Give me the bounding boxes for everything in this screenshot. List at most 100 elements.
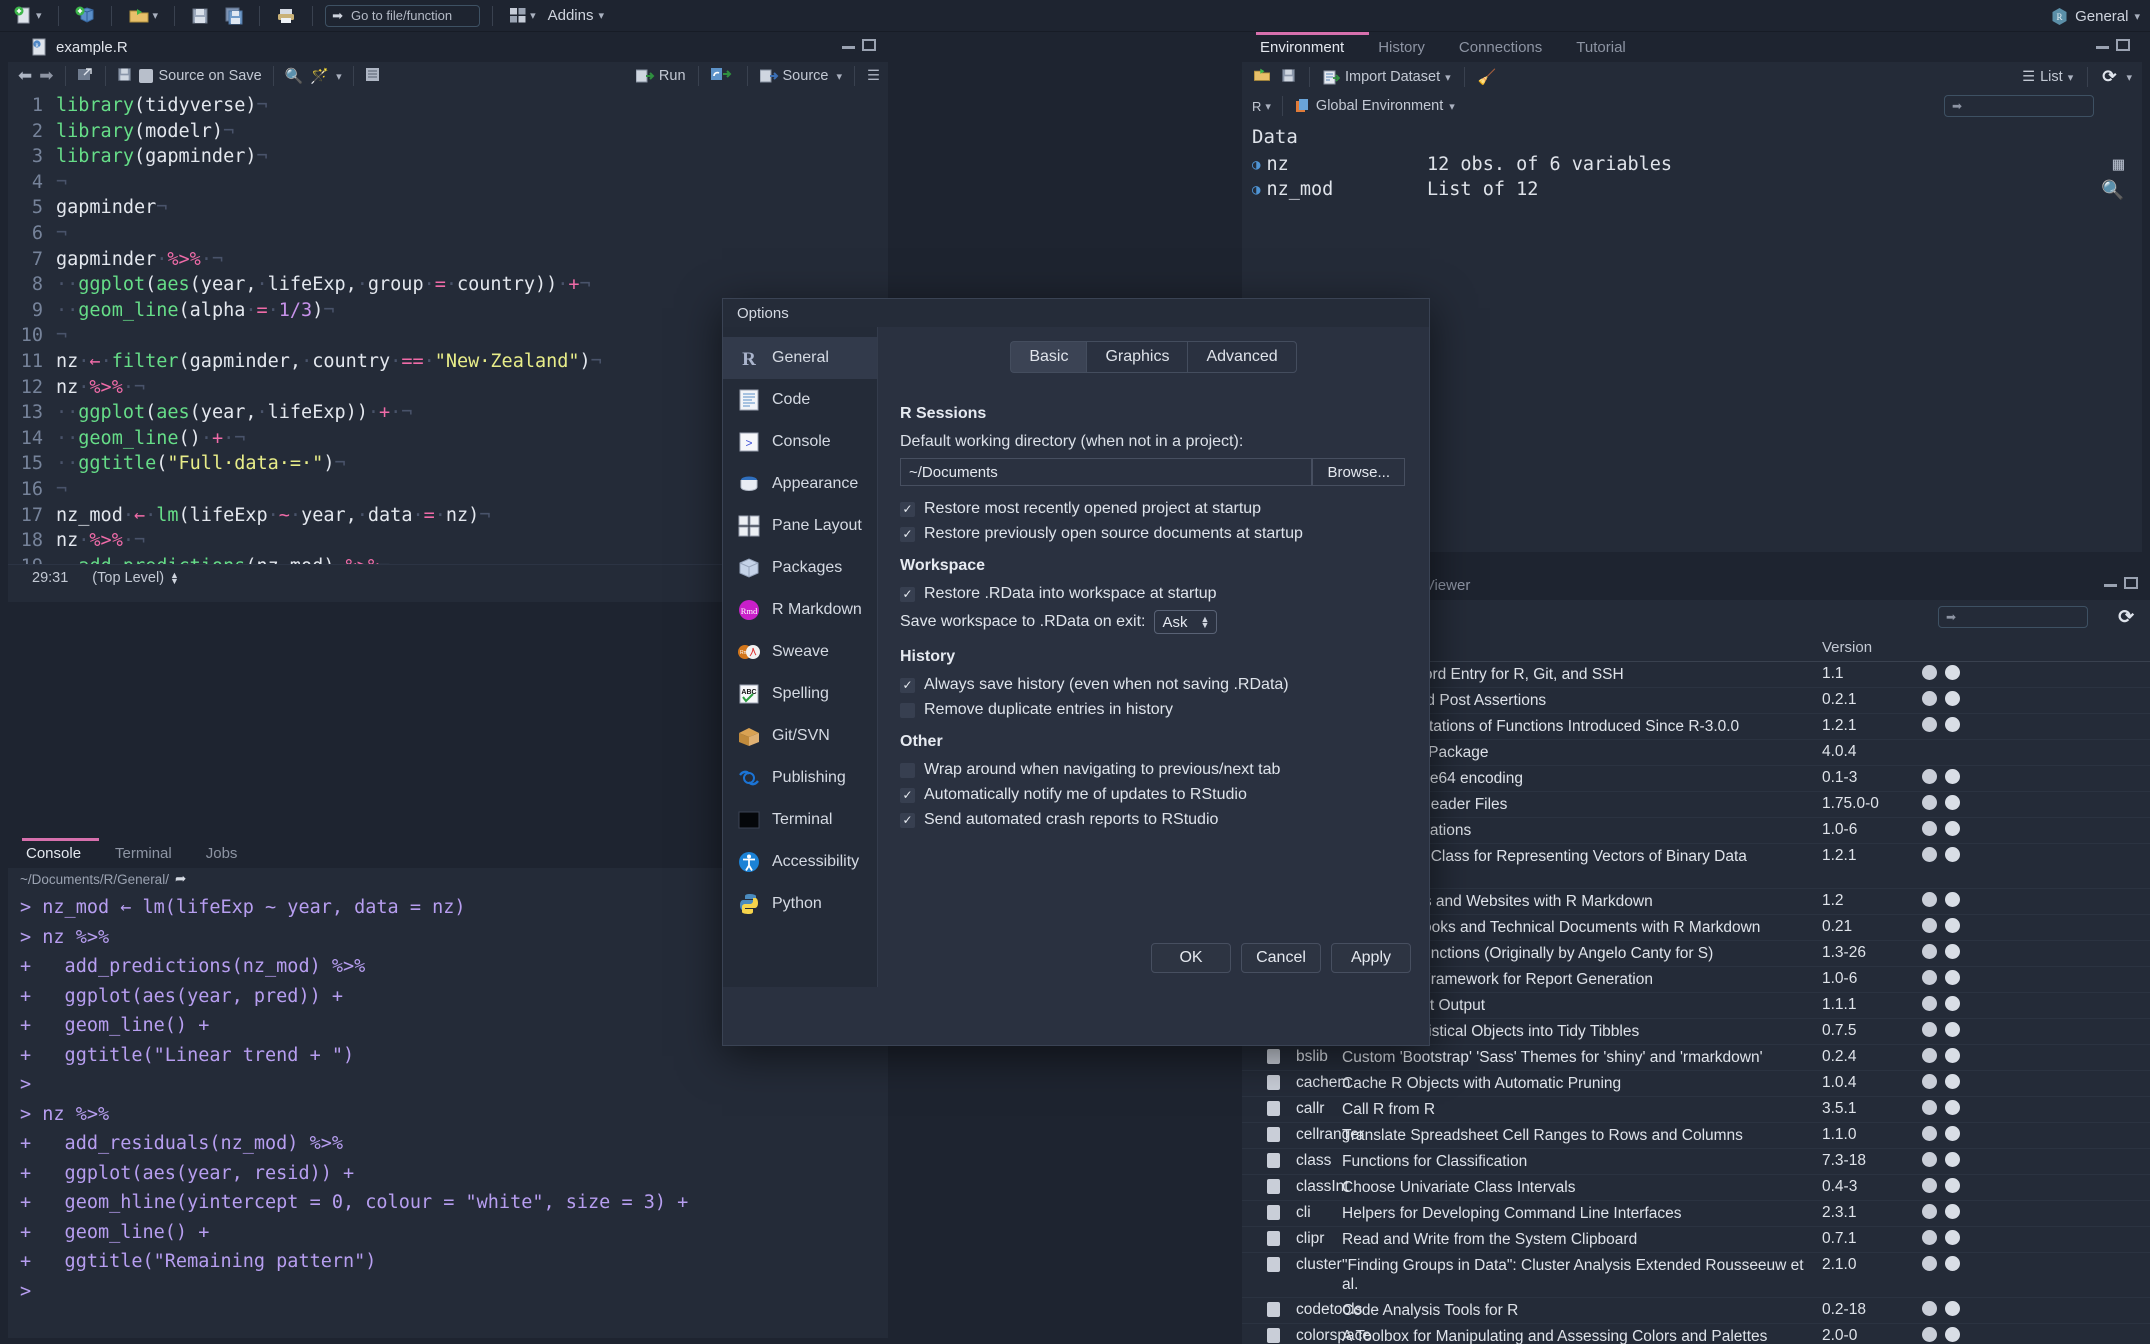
- dialog-sidebar-item-publishing[interactable]: Publishing: [723, 757, 877, 799]
- scope-selector[interactable]: (Top Level) ▲▼: [92, 570, 179, 586]
- package-remove-icon[interactable]: [1945, 970, 1960, 985]
- package-checkbox[interactable]: [1267, 1153, 1280, 1168]
- package-homepage-icon[interactable]: [1922, 1204, 1937, 1219]
- package-remove-icon[interactable]: [1945, 1256, 1960, 1271]
- browse-button[interactable]: Browse...: [1312, 458, 1405, 486]
- package-homepage-icon[interactable]: [1922, 665, 1937, 680]
- goto-file-function-input[interactable]: ➡ Go to file/function: [325, 5, 480, 27]
- search-icon[interactable]: 🔍: [285, 67, 304, 85]
- code-line[interactable]: 4¬: [8, 170, 888, 196]
- package-remove-icon[interactable]: [1945, 717, 1960, 732]
- option-checkbox-row[interactable]: Wrap around when navigating to previous/…: [900, 761, 1405, 779]
- checkbox[interactable]: ✓: [900, 813, 915, 828]
- package-homepage-icon[interactable]: [1922, 1178, 1937, 1193]
- tab-environment[interactable]: Environment: [1256, 34, 1360, 62]
- package-remove-icon[interactable]: [1945, 944, 1960, 959]
- tab-connections[interactable]: Connections: [1455, 34, 1558, 62]
- code-line[interactable]: 7gapminder·%>%·¬: [8, 247, 888, 273]
- package-remove-icon[interactable]: [1945, 691, 1960, 706]
- package-checkbox[interactable]: [1267, 1049, 1280, 1064]
- table-row[interactable]: cachemCache R Objects with Automatic Pru…: [1242, 1071, 2150, 1097]
- package-remove-icon[interactable]: [1945, 1230, 1960, 1245]
- package-homepage-icon[interactable]: [1922, 1022, 1937, 1037]
- code-line[interactable]: 8··ggplot(aes(year,·lifeExp,·group·=·cou…: [8, 272, 888, 298]
- package-homepage-icon[interactable]: [1922, 1152, 1937, 1167]
- package-homepage-icon[interactable]: [1922, 1074, 1937, 1089]
- import-dataset-button[interactable]: Import Dataset ▾: [1323, 69, 1451, 85]
- language-selector[interactable]: R ▾: [1252, 99, 1271, 114]
- print-icon[interactable]: [272, 5, 300, 27]
- table-row[interactable]: cliprRead and Write from the System Clip…: [1242, 1227, 2150, 1253]
- compile-report-icon[interactable]: [365, 67, 380, 85]
- package-checkbox[interactable]: [1267, 1179, 1280, 1194]
- package-checkbox[interactable]: [1267, 1075, 1280, 1090]
- dialog-sidebar-item-r-markdown[interactable]: RmdR Markdown: [723, 589, 877, 631]
- package-remove-icon[interactable]: [1945, 847, 1960, 862]
- tab-terminal[interactable]: Terminal: [111, 840, 188, 868]
- table-row[interactable]: cluster"Finding Groups in Data": Cluster…: [1242, 1253, 2150, 1298]
- package-remove-icon[interactable]: [1945, 665, 1960, 680]
- tab-viewer[interactable]: Viewer: [1421, 572, 1487, 600]
- package-homepage-icon[interactable]: [1922, 821, 1937, 836]
- save-icon[interactable]: [187, 5, 213, 27]
- forward-arrow-icon[interactable]: ➡: [39, 66, 53, 86]
- package-remove-icon[interactable]: [1945, 1022, 1960, 1037]
- maximize-icon[interactable]: [2124, 577, 2138, 589]
- rerun-icon[interactable]: [711, 67, 735, 85]
- package-homepage-icon[interactable]: [1922, 1126, 1937, 1141]
- source-tab-example-r[interactable]: R example.R: [22, 32, 144, 62]
- package-checkbox[interactable]: [1267, 1231, 1280, 1246]
- option-checkbox-row[interactable]: ✓Restore previously open source document…: [900, 525, 1405, 543]
- code-tools-icon[interactable]: 🪄: [310, 67, 329, 85]
- package-homepage-icon[interactable]: [1922, 1048, 1937, 1063]
- package-remove-icon[interactable]: [1945, 996, 1960, 1011]
- option-checkbox-row[interactable]: ✓Restore most recently opened project at…: [900, 500, 1405, 518]
- dialog-sidebar-item-accessibility[interactable]: Accessibility: [723, 841, 877, 883]
- package-remove-icon[interactable]: [1945, 821, 1960, 836]
- outline-icon[interactable]: ☰: [867, 68, 880, 84]
- working-directory-input[interactable]: ~/Documents: [900, 458, 1312, 486]
- package-remove-icon[interactable]: [1945, 1327, 1960, 1342]
- save-all-icon[interactable]: [221, 5, 247, 27]
- table-row[interactable]: cellrangerTranslate Spreadsheet Cell Ran…: [1242, 1123, 2150, 1149]
- maximize-icon[interactable]: [862, 39, 876, 51]
- package-homepage-icon[interactable]: [1922, 1327, 1937, 1342]
- dialog-sidebar-item-console[interactable]: >Console: [723, 421, 877, 463]
- chevron-down-icon[interactable]: ▾: [336, 70, 342, 83]
- save-workspace-icon[interactable]: [1281, 68, 1296, 87]
- tab-jobs[interactable]: Jobs: [202, 840, 254, 868]
- package-homepage-icon[interactable]: [1922, 918, 1937, 933]
- save-workspace-select[interactable]: Ask▲▼: [1154, 610, 1217, 634]
- table-row[interactable]: bslibCustom 'Bootstrap' 'Sass' Themes fo…: [1242, 1045, 2150, 1071]
- minimize-icon[interactable]: [2096, 41, 2109, 49]
- option-checkbox-row[interactable]: Remove duplicate entries in history: [900, 701, 1405, 719]
- new-file-icon[interactable]: ▾: [10, 4, 46, 27]
- ok-button[interactable]: OK: [1151, 943, 1231, 973]
- option-checkbox-row[interactable]: ✓Always save history (even when not savi…: [900, 676, 1405, 694]
- code-line[interactable]: 6¬: [8, 221, 888, 247]
- new-project-icon[interactable]: [71, 4, 99, 27]
- chevron-down-icon[interactable]: ▾: [1449, 100, 1455, 113]
- table-row[interactable]: codetoolsCode Analysis Tools for R0.2-18: [1242, 1298, 2150, 1324]
- chevron-down-icon[interactable]: ▾: [2068, 71, 2074, 84]
- cancel-button[interactable]: Cancel: [1241, 943, 1321, 973]
- table-row[interactable]: colorspaceA Toolbox for Manipulating and…: [1242, 1324, 2150, 1344]
- search-icon[interactable]: 🔍: [2101, 179, 2124, 201]
- refresh-icon[interactable]: ⟳: [2102, 67, 2116, 87]
- package-homepage-icon[interactable]: [1922, 691, 1937, 706]
- maximize-icon[interactable]: [2116, 39, 2130, 51]
- expand-icon[interactable]: ◑: [1252, 182, 1260, 198]
- package-homepage-icon[interactable]: [1922, 944, 1937, 959]
- expand-icon[interactable]: ◑: [1252, 157, 1260, 173]
- package-checkbox[interactable]: [1267, 1257, 1280, 1272]
- view-table-icon[interactable]: ▦: [2113, 154, 2124, 175]
- dialog-sidebar-item-appearance[interactable]: Appearance: [723, 463, 877, 505]
- option-checkbox-row[interactable]: ✓Restore .RData into workspace at startu…: [900, 585, 1405, 603]
- addins-button[interactable]: Addins ▾: [548, 7, 604, 24]
- environment-row[interactable]: ◑nz12 obs. of 6 variables▦: [1242, 152, 2142, 177]
- package-remove-icon[interactable]: [1945, 795, 1960, 810]
- package-homepage-icon[interactable]: [1922, 795, 1937, 810]
- code-line[interactable]: 2library(modelr)¬: [8, 119, 888, 145]
- tab-tutorial[interactable]: Tutorial: [1572, 34, 1641, 62]
- chevron-down-icon[interactable]: ▾: [2126, 71, 2132, 84]
